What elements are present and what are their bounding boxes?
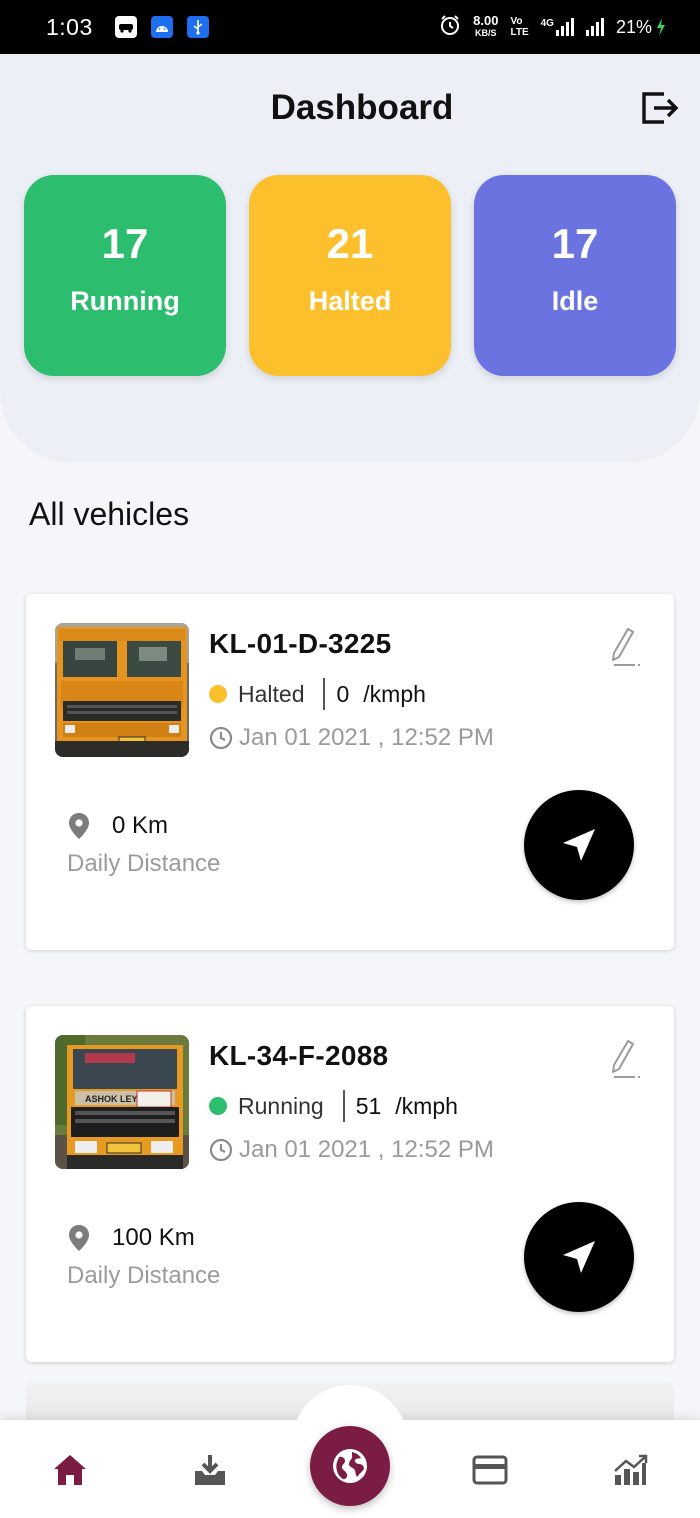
- nav-analytics[interactable]: [608, 1448, 652, 1492]
- android-debug-icon: [150, 16, 173, 38]
- idle-stat-card[interactable]: 17 Idle: [474, 175, 676, 376]
- section-title: All vehicles: [29, 496, 190, 532]
- idle-label: Idle: [551, 286, 599, 316]
- location-pin-icon: [69, 813, 89, 839]
- vehicle-speed: 51: [355, 1092, 382, 1119]
- nav-home[interactable]: [48, 1448, 92, 1492]
- location-pin-icon: [69, 1225, 89, 1251]
- logout-button[interactable]: [638, 88, 682, 128]
- vehicle-status: Halted: [238, 680, 305, 707]
- edit-button[interactable]: [608, 626, 642, 668]
- navigation-arrow-icon: [563, 1241, 595, 1273]
- volte-bottom: LTE: [510, 27, 529, 38]
- divider: [342, 1090, 345, 1122]
- nav-globe-fab[interactable]: [310, 1426, 390, 1506]
- navigate-button[interactable]: [524, 790, 634, 900]
- idle-count: 17: [551, 220, 599, 267]
- network-speed-value: 8.00: [473, 13, 499, 28]
- status-bar-right: 8.00 KB/S Vo LTE 4G 21%: [439, 14, 666, 41]
- network-speed-unit: KB/S: [475, 28, 497, 38]
- status-dot: [209, 1097, 227, 1115]
- status-bar: 1:03 8.00 KB/S Vo LTE 4G 21%: [0, 0, 700, 54]
- charging-icon: [657, 18, 665, 36]
- logout-icon: [642, 92, 679, 124]
- vehicle-timestamp-row: Jan 01 2021 , 12:52 PM: [209, 724, 494, 752]
- vehicle-timestamp: Jan 01 2021 , 12:52 PM: [239, 1136, 494, 1163]
- signal-4g: 4G: [541, 18, 574, 36]
- edit-button[interactable]: [608, 1038, 642, 1080]
- network-speed: 8.00 KB/S: [473, 13, 499, 39]
- clock-icon: [209, 726, 233, 750]
- signal-bars-icon: [555, 18, 574, 36]
- analytics-icon: [614, 1454, 648, 1485]
- home-icon: [54, 1455, 86, 1485]
- vehicle-plate: KL-01-D-3225: [209, 628, 392, 659]
- daily-distance-label: Daily Distance: [67, 850, 221, 877]
- distance-row: 0 Km: [68, 812, 168, 840]
- speed-unit: /kmph: [363, 680, 426, 707]
- card-icon: [472, 1455, 508, 1485]
- running-label: Running: [70, 286, 180, 316]
- halted-count: 21: [326, 220, 374, 267]
- alarm-icon: [439, 14, 461, 41]
- daily-distance-value: 0 Km: [112, 812, 169, 839]
- vehicle-status-row: Running 51 /kmph: [209, 1090, 458, 1122]
- vehicle-card[interactable]: ASHOK LEY KL-34-F-2088 Running 51 /kmph …: [26, 1006, 674, 1362]
- vehicle-photo: [55, 623, 189, 757]
- vehicle-card[interactable]: KL-01-D-3225 Halted 0 /kmph Jan 01 2021 …: [26, 594, 674, 950]
- battery: 21%: [616, 17, 666, 38]
- volte-indicator: Vo LTE: [510, 16, 528, 38]
- volte-top: Vo: [510, 16, 523, 27]
- vehicle-photo: ASHOK LEY: [55, 1035, 189, 1169]
- network-type: 4G: [540, 18, 554, 29]
- divider: [323, 678, 326, 710]
- battery-percent: 21%: [615, 16, 652, 37]
- vehicle-timestamp-row: Jan 01 2021 , 12:52 PM: [209, 1136, 494, 1164]
- halted-stat-card[interactable]: 21 Halted: [249, 175, 451, 376]
- edit-pencil-icon: [612, 1040, 640, 1078]
- usb-icon: [186, 16, 209, 38]
- distance-row: 100 Km: [68, 1224, 195, 1252]
- nav-billing[interactable]: [468, 1448, 512, 1492]
- globe-icon: [333, 1449, 367, 1483]
- page-title: Dashboard: [270, 88, 454, 127]
- halted-label: Halted: [308, 286, 392, 316]
- navigate-button[interactable]: [524, 1202, 634, 1312]
- running-count: 17: [101, 220, 149, 267]
- speed-unit: /kmph: [395, 1092, 458, 1119]
- vehicle-speed: 0: [336, 680, 350, 707]
- vehicle-timestamp: Jan 01 2021 , 12:52 PM: [239, 724, 494, 751]
- edit-pencil-icon: [612, 628, 640, 666]
- download-icon: [195, 1455, 225, 1485]
- status-bar-left: 1:03: [46, 14, 209, 41]
- status-time: 1:03: [46, 13, 93, 40]
- running-stat-card[interactable]: 17 Running: [24, 175, 226, 376]
- svg-text:ASHOK LEY: ASHOK LEY: [85, 1094, 138, 1104]
- nav-download[interactable]: [188, 1448, 232, 1492]
- daily-distance-value: 100 Km: [112, 1224, 195, 1251]
- notification-app-icon: [114, 16, 137, 38]
- clock-icon: [209, 1138, 233, 1162]
- vehicle-plate: KL-34-F-2088: [209, 1040, 389, 1071]
- status-dot: [209, 685, 227, 703]
- signal-bars-2-icon: [585, 18, 604, 36]
- daily-distance-label: Daily Distance: [67, 1262, 221, 1289]
- vehicle-status-row: Halted 0 /kmph: [209, 678, 426, 710]
- vehicle-status: Running: [238, 1092, 324, 1119]
- navigation-arrow-icon: [563, 829, 595, 861]
